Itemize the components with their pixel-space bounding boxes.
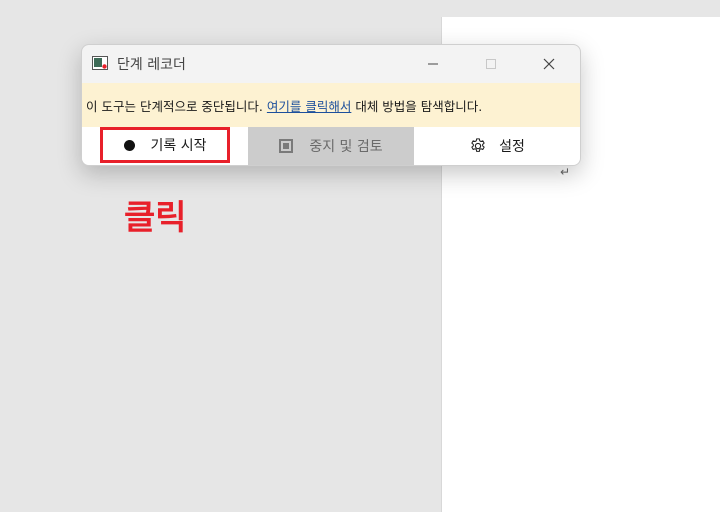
close-button[interactable] (526, 49, 572, 79)
minimize-icon (428, 63, 438, 65)
info-text-after: 대체 방법을 탐색합니다. (351, 99, 483, 114)
settings-label: 설정 (499, 139, 525, 155)
stop-and-review-button[interactable]: 중지 및 검토 (248, 127, 414, 165)
maximize-button[interactable] (468, 49, 514, 79)
steps-recorder-window: 단계 레코더 이 도구는 단계적으로 중단됩니다. 여기를 클릭해서 대체 방법… (81, 44, 581, 166)
steps-recorder-app-icon (92, 56, 108, 70)
maximize-icon (486, 59, 496, 69)
info-message: 이 도구는 단계적으로 중단됩니다. 여기를 클릭해서 대체 방법을 탐색합니다… (86, 96, 482, 115)
settings-button[interactable]: 설정 (414, 127, 580, 165)
stop-icon (279, 139, 294, 153)
recorder-toolbar: 기록 시작 중지 및 검토 설정 (82, 127, 580, 165)
close-icon (543, 58, 555, 70)
record-dot-icon (123, 139, 135, 151)
click-callout: 클릭 (124, 198, 187, 238)
gear-icon (471, 138, 485, 152)
minimize-button[interactable] (410, 49, 456, 79)
stop-and-review-label: 중지 및 검토 (309, 139, 383, 155)
title-bar[interactable]: 단계 레코더 (82, 45, 580, 83)
window-title: 단계 레코더 (117, 57, 186, 73)
deprecation-info-bar: 이 도구는 단계적으로 중단됩니다. 여기를 클릭해서 대체 방법을 탐색합니다… (82, 83, 580, 127)
start-recording-button[interactable]: 기록 시작 (100, 127, 230, 163)
alternatives-link[interactable]: 여기를 클릭해서 (267, 99, 351, 114)
start-recording-label: 기록 시작 (150, 138, 207, 154)
info-text-before: 이 도구는 단계적으로 중단됩니다. (86, 99, 267, 114)
paragraph-mark: ↵ (560, 165, 571, 179)
